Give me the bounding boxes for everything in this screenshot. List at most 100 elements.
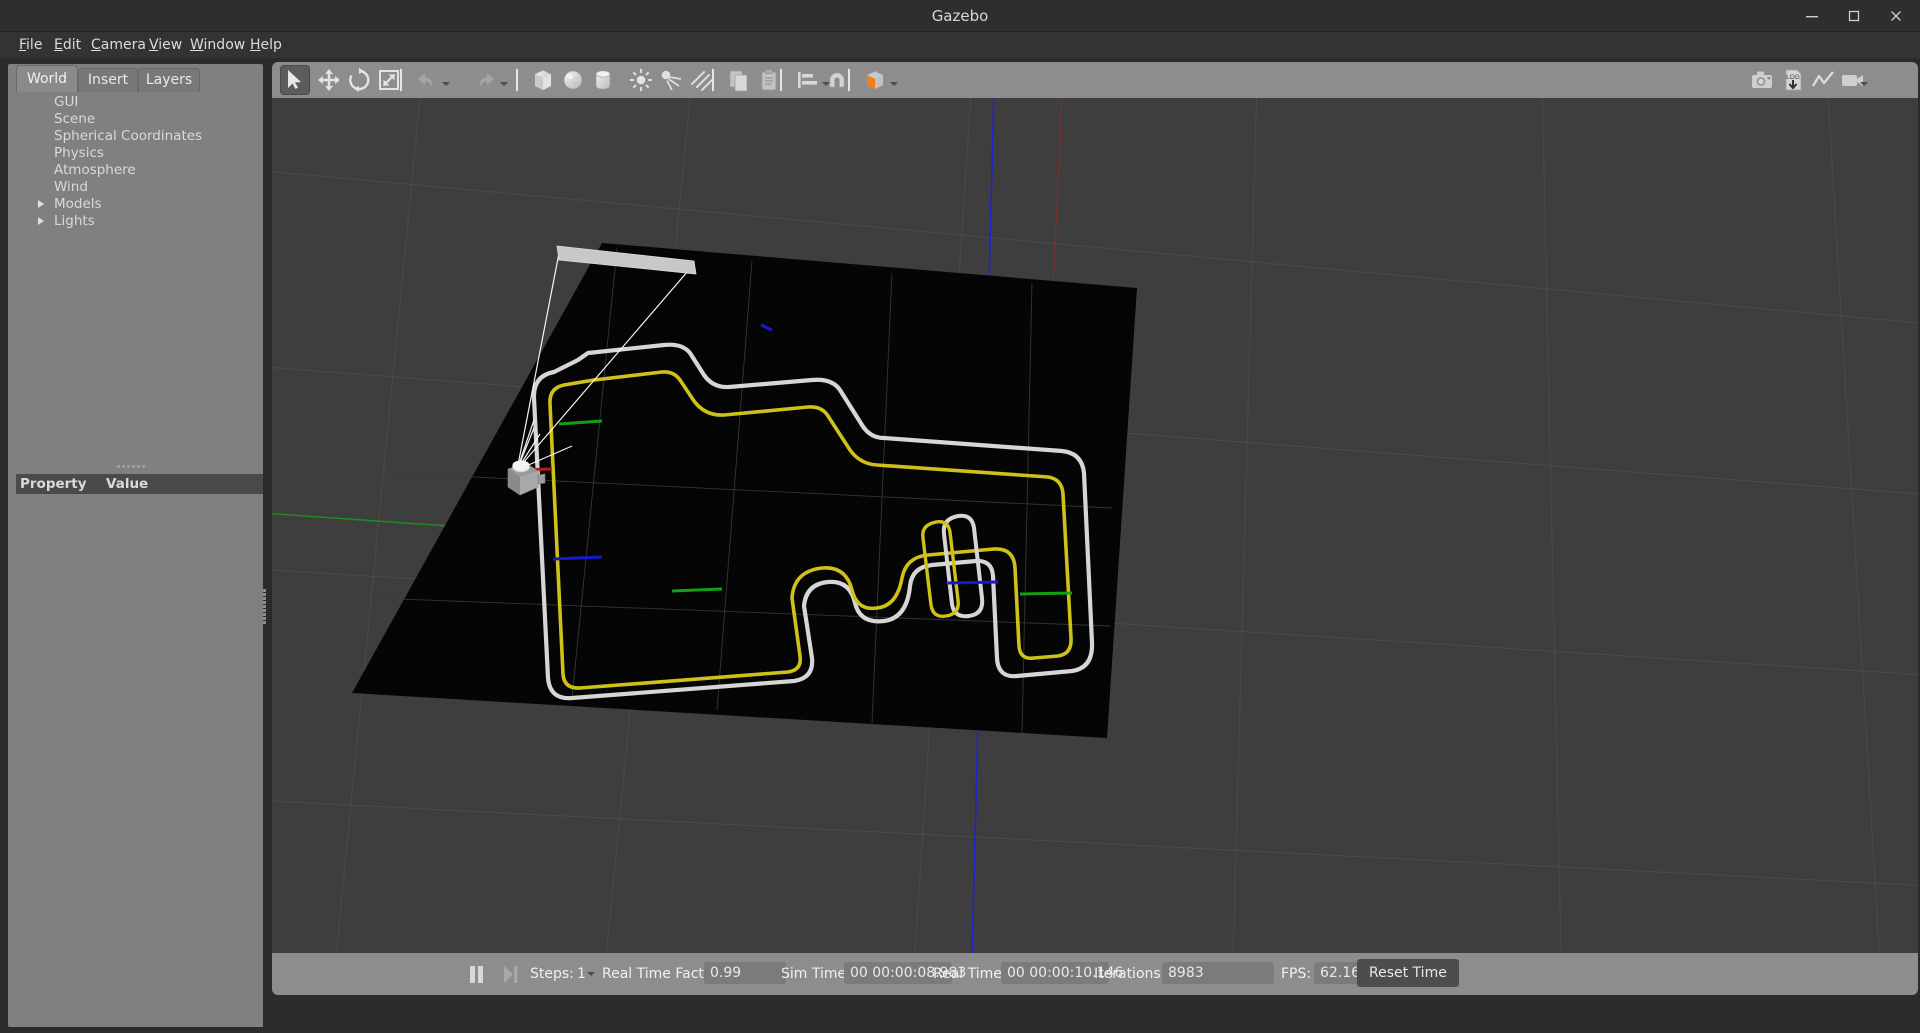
property-column-property[interactable]: Property: [20, 474, 87, 494]
redo-arrow-icon: [479, 73, 494, 87]
translate-mode-button[interactable]: [314, 65, 344, 95]
point-light-icon: [630, 69, 652, 91]
align-icon: [798, 72, 817, 88]
spot-light-icon: [661, 70, 682, 91]
status-label-1: Sim Time:: [781, 966, 851, 982]
world-tree: GUI Scene Spherical Coordinates Physics Atmo…: [16, 94, 263, 424]
status-label-2: Real Time:: [933, 966, 1007, 982]
maximize-button[interactable]: [1834, 0, 1874, 32]
tree-item-atmosphere[interactable]: Atmosphere: [16, 162, 263, 179]
chevron-down-icon[interactable]: [890, 82, 898, 86]
plot-line-icon: [1812, 71, 1834, 87]
tree-item-lights[interactable]: Lights: [16, 213, 263, 230]
property-table-body: [16, 494, 263, 1027]
tree-item-models[interactable]: Models: [16, 196, 263, 213]
chevron-down-icon[interactable]: [587, 972, 595, 976]
chevron-down-icon[interactable]: [442, 82, 450, 86]
marker-blue-2: [947, 580, 999, 585]
marker-green-3: [1019, 591, 1073, 596]
panel-tabbar: World Insert Layers: [16, 64, 263, 92]
chevron-down-icon[interactable]: [1860, 82, 1868, 86]
chevron-down-icon[interactable]: [500, 82, 508, 86]
minimize-button[interactable]: [1792, 0, 1832, 32]
tab-insert[interactable]: Insert: [78, 68, 138, 92]
cursor-arrow-icon: [288, 70, 301, 89]
chevron-right-icon[interactable]: [38, 200, 44, 208]
move-arrows-icon: [318, 69, 340, 91]
video-camera-icon: [1842, 75, 1863, 86]
step-button[interactable]: [498, 961, 522, 987]
undo-button[interactable]: [412, 65, 442, 95]
status-label-4: FPS:: [1281, 966, 1312, 982]
steps-value[interactable]: 1: [577, 965, 586, 983]
menu-help[interactable]: Help: [241, 32, 291, 58]
marker-green-2: [671, 587, 723, 593]
log-download-icon: LOG: [1785, 69, 1802, 91]
property-column-value[interactable]: Value: [106, 474, 148, 494]
view-angle-button[interactable]: [860, 65, 890, 95]
sphere-icon: [563, 70, 583, 90]
render-area: LOG Steps: 1 Real Time Factor: 0.99 Sim …: [270, 58, 1920, 1033]
tree-item-label: Wind: [54, 179, 88, 195]
scene-toolbar: LOG: [272, 62, 1918, 98]
3d-viewport[interactable]: [272, 98, 1918, 953]
panel-vertical-splitter[interactable]: [262, 588, 268, 628]
screenshot-button[interactable]: [1748, 65, 1778, 95]
tree-item-spherical-coordinates[interactable]: Spherical Coordinates: [16, 128, 263, 145]
reset-time-button[interactable]: Reset Time: [1357, 959, 1459, 987]
property-table-header: Property Value: [16, 474, 263, 494]
toolbar-separator: [516, 69, 518, 91]
toolbar-separator: [848, 69, 850, 91]
insert-box-button[interactable]: [528, 65, 558, 95]
tree-item-scene[interactable]: Scene: [16, 111, 263, 128]
tab-layers[interactable]: Layers: [138, 68, 200, 92]
tree-item-label: Lights: [54, 213, 95, 229]
tab-world[interactable]: World: [16, 65, 78, 92]
rotate-icon: [349, 68, 370, 92]
record-video-button[interactable]: [1838, 65, 1868, 95]
tree-item-label: Physics: [54, 145, 104, 161]
menubar: File Edit Camera View Window Help: [0, 32, 1920, 58]
close-button[interactable]: [1876, 0, 1916, 32]
window-title: Gazebo: [931, 7, 989, 25]
plot-button[interactable]: [1808, 65, 1838, 95]
align-button[interactable]: [792, 65, 822, 95]
chevron-right-icon[interactable]: [38, 217, 44, 225]
left-panel-surface: World Insert Layers GUI Scene Spherical Coor…: [8, 64, 263, 1027]
simulation-statusbar: Steps: 1 Real Time Factor: 0.99 Sim Time: 00 …: [272, 953, 1918, 995]
panel-horizontal-splitter[interactable]: [116, 464, 156, 470]
tree-item-physics[interactable]: Physics: [16, 145, 263, 162]
tree-item-label: GUI: [54, 94, 79, 110]
spot-light-button[interactable]: [656, 65, 686, 95]
rotate-mode-button[interactable]: [344, 65, 374, 95]
tree-item-label: Atmosphere: [54, 162, 136, 178]
pause-icon: [470, 966, 483, 983]
window-titlebar: Gazebo: [0, 0, 1920, 32]
log-record-button[interactable]: LOG: [1778, 65, 1808, 95]
select-mode-button[interactable]: [280, 65, 310, 95]
undo-arrow-icon: [418, 73, 433, 87]
point-light-button[interactable]: [626, 65, 656, 95]
svg-text:LOG: LOG: [1786, 74, 1800, 81]
tree-item-gui[interactable]: GUI: [16, 94, 263, 111]
redo-button[interactable]: [470, 65, 500, 95]
copy-button[interactable]: [724, 65, 754, 95]
tree-item-wind[interactable]: Wind: [16, 179, 263, 196]
status-value-3: 8983: [1162, 962, 1274, 984]
toolbar-separator: [712, 69, 714, 91]
cube-icon: [534, 69, 552, 91]
steps-label: Steps:: [530, 966, 574, 982]
insert-cylinder-button[interactable]: [588, 65, 618, 95]
view-cube-icon: [866, 70, 884, 90]
cylinder-icon: [595, 70, 611, 90]
status-value-2: 00 00:00:10.146: [1001, 962, 1123, 984]
step-forward-icon: [504, 966, 518, 983]
camera-icon: [1752, 71, 1772, 88]
insert-sphere-button[interactable]: [558, 65, 588, 95]
tree-item-label: Spherical Coordinates: [54, 128, 203, 144]
copy-icon: [729, 70, 748, 92]
pause-button[interactable]: [465, 961, 489, 987]
toolbar-separator: [400, 69, 402, 91]
tree-item-label: Scene: [54, 111, 96, 127]
status-value-0: 0.99: [704, 962, 786, 984]
